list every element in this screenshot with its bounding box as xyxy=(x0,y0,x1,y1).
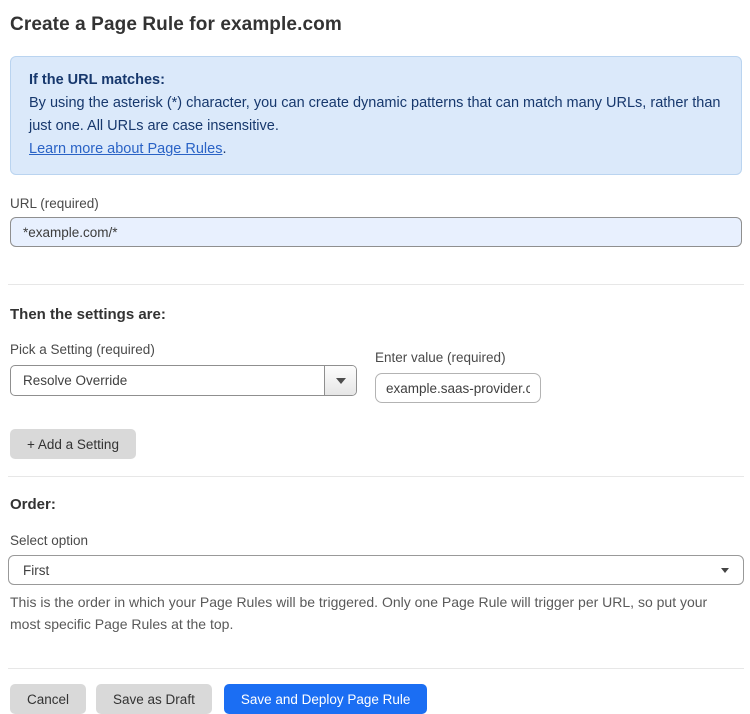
url-input[interactable] xyxy=(10,217,742,247)
order-help-text: This is the order in which your Page Rul… xyxy=(10,594,708,632)
setting-column: Pick a Setting (required) Resolve Overri… xyxy=(10,342,357,396)
setting-dropdown-value: Resolve Override xyxy=(23,373,128,388)
setting-dropdown-arrow-button[interactable] xyxy=(324,366,356,395)
url-match-info-box: If the URL matches: By using the asteris… xyxy=(10,56,742,175)
order-select[interactable]: First xyxy=(8,555,744,585)
info-box-heading: If the URL matches: xyxy=(29,72,165,88)
learn-more-link[interactable]: Learn more about Page Rules xyxy=(29,141,222,157)
order-select-label: Select option xyxy=(10,533,89,548)
link-period: . xyxy=(222,141,227,157)
save-and-deploy-button[interactable]: Save and Deploy Page Rule xyxy=(223,684,428,714)
info-box-body: By using the asterisk (*) character, you… xyxy=(29,95,721,134)
divider xyxy=(8,284,744,285)
chevron-down-icon xyxy=(335,377,346,384)
page-rule-form: Create a Page Rule for example.com If th… xyxy=(0,0,750,714)
order-select-value: First xyxy=(23,562,50,578)
value-field-label: Enter value (required) xyxy=(375,350,506,365)
add-setting-button[interactable]: + Add a Setting xyxy=(10,429,136,459)
order-section-heading: Order: xyxy=(10,496,56,513)
setting-value-input[interactable] xyxy=(375,373,541,403)
divider xyxy=(8,668,744,669)
save-as-draft-button[interactable]: Save as Draft xyxy=(96,684,212,714)
info-box-link-line: Learn more about Page Rules. xyxy=(29,138,723,161)
chevron-down-icon xyxy=(721,567,729,573)
settings-section-heading: Then the settings are: xyxy=(10,306,166,323)
divider xyxy=(8,476,744,477)
url-field-label: URL (required) xyxy=(10,196,99,211)
settings-row: Pick a Setting (required) Resolve Overri… xyxy=(10,342,742,403)
page-title: Create a Page Rule for example.com xyxy=(10,14,342,35)
value-column: Enter value (required) xyxy=(375,350,541,403)
cancel-button[interactable]: Cancel xyxy=(10,684,87,714)
footer-actions: Cancel Save as Draft Save and Deploy Pag… xyxy=(10,684,742,714)
setting-select-label: Pick a Setting (required) xyxy=(10,342,155,357)
setting-dropdown[interactable]: Resolve Override xyxy=(10,365,357,396)
